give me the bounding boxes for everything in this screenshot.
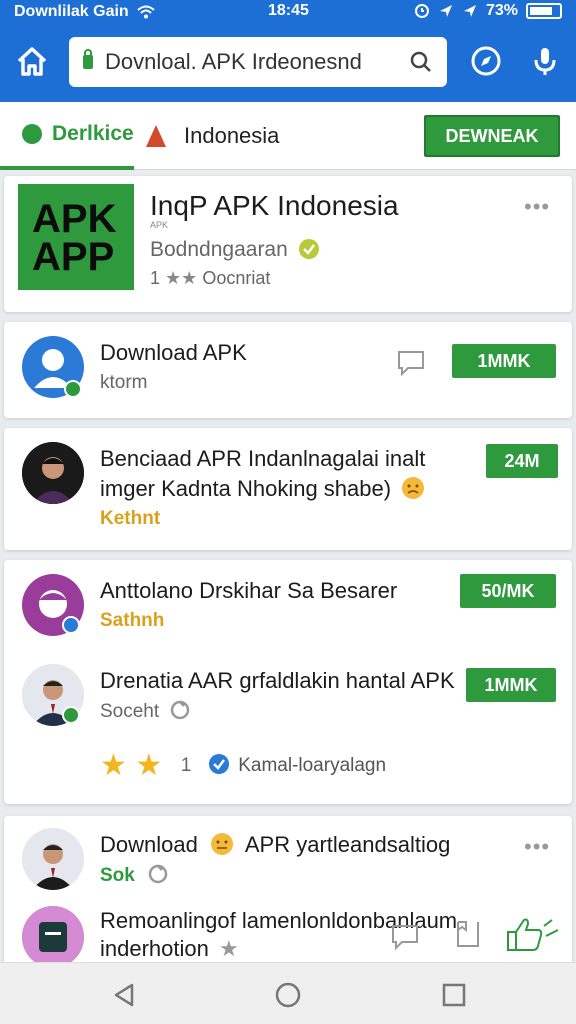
chat-icon [22, 124, 42, 144]
avatar [22, 442, 84, 504]
person-photo-icon [22, 828, 84, 890]
battery-percent: 73% [485, 2, 518, 19]
worried-emoji-icon [402, 477, 425, 499]
refresh-icon [171, 700, 190, 720]
address-bar[interactable]: Dovnloal. APK Irdeonesnd [69, 37, 447, 87]
recents-icon[interactable] [440, 981, 468, 1009]
rating-row: ★ ★ 1 Kamal-loaryalagn [100, 748, 386, 783]
item-title: Anttolano Drskihar Sa Besarer [100, 578, 398, 603]
verified-seal-icon [208, 754, 229, 774]
item-subtitle: Sathnh [100, 610, 165, 631]
item-subtitle-row: Sok [100, 864, 168, 887]
developer-name: Bodndngaaran [150, 238, 288, 261]
download-button[interactable]: DEWNEAK [424, 115, 560, 157]
list-item[interactable]: Benciaad APR Indanlnagalai inalt imger K… [4, 428, 572, 550]
battery-icon [526, 3, 562, 19]
item-title: Download APK [100, 340, 247, 365]
size-badge[interactable]: 1MMK [452, 344, 556, 378]
list-group-card: Download APR yartleandsaltiog Sok ••• Re… [4, 816, 572, 968]
app-rating: 1 ★★ Oocnriat [150, 268, 270, 289]
tab-label: Indonesia [184, 123, 280, 148]
signal-icon [463, 5, 476, 17]
size-badge[interactable]: 24M [486, 444, 558, 478]
item-title: Drenatia AAR grfaldlakin hantal APK [100, 668, 455, 693]
size-badge[interactable]: 1MMK [466, 668, 556, 702]
item-title-rest: APR yartleandsaltiog [244, 832, 451, 857]
app-meta: APK [150, 220, 169, 230]
size-badge[interactable]: 50/MK [460, 574, 556, 608]
mic-icon[interactable] [528, 44, 562, 78]
app-hero-card[interactable]: APK APP InqP APK Indonesia APK Bodndngaa… [4, 176, 572, 312]
status-time: 18:45 [268, 2, 309, 19]
item-title-line2: imger Kadnta Nhoking shabe) [100, 476, 425, 502]
tab-label: Derlkice [52, 122, 134, 145]
back-icon[interactable] [110, 981, 138, 1009]
app-icon-line1: APK [32, 197, 117, 241]
system-nav-bar [0, 962, 576, 1024]
avatar [22, 828, 84, 890]
star-icon: ★★ [165, 268, 198, 288]
item-subtitle: Sok [100, 865, 135, 886]
more-options-icon[interactable]: ••• [524, 834, 550, 860]
refresh-icon [148, 864, 168, 884]
item-title: Benciaad APR Indanlnagalai inalt [100, 446, 426, 471]
status-app-label: Downlilak Gain [14, 3, 129, 20]
verified-icon [298, 239, 319, 259]
star-icon: ★ [100, 749, 127, 782]
app-icon [22, 906, 84, 968]
person-photo-icon [22, 442, 84, 504]
star-icon: ★ [219, 936, 239, 961]
location-icon [439, 5, 452, 17]
item-title-row: Download APR yartleandsaltiog [100, 832, 450, 858]
rating-count: 1 [180, 755, 192, 776]
app-developer: Bodndngaaran [150, 238, 320, 262]
item-subtitle: Kethnt [100, 508, 161, 529]
rating-text: Kamal-loaryalagn [238, 755, 387, 776]
home-nav-icon[interactable] [274, 981, 302, 1009]
star-icon: ★ [135, 749, 163, 782]
search-icon[interactable] [409, 50, 433, 74]
item-title-text: inderhotion [100, 936, 209, 961]
neutral-emoji-icon [210, 833, 233, 855]
verified-badge-icon [62, 706, 80, 724]
lock-icon [83, 49, 93, 69]
alarm-icon [414, 4, 429, 18]
url-text: Dovnloal. APK Irdeonesnd [105, 49, 362, 74]
item-subtitle: Soceht [100, 701, 160, 722]
browser-toolbar: Dovnloal. APK Irdeonesnd [0, 24, 576, 102]
comment-icon[interactable] [396, 348, 426, 378]
item-title-line2: inderhotion ★ [100, 936, 239, 962]
app-title: InqP APK Indonesia [150, 190, 399, 221]
avatar [22, 906, 84, 968]
tab-indonesia[interactable]: Indonesia [146, 102, 279, 170]
app-icon-line2: APP [32, 235, 115, 279]
warning-icon [146, 125, 166, 147]
item-title-text: imger Kadnta Nhoking shabe) [100, 476, 392, 501]
comment-icon[interactable] [390, 922, 420, 952]
compass-icon[interactable] [469, 44, 503, 78]
status-bar: Downlilak Gain 18:45 73% [0, 0, 576, 24]
rating-count: 1 [150, 268, 161, 288]
thumbs-up-icon[interactable] [504, 916, 560, 952]
wifi-icon [137, 5, 155, 19]
rating-text: Oocnriat [202, 268, 271, 288]
tab-derlkice[interactable]: Derlkice [0, 102, 134, 170]
tab-bar: Derlkice Indonesia DEWNEAK [0, 102, 576, 170]
verified-badge-icon [62, 616, 80, 634]
apk-app-icon: APK APP [18, 184, 134, 290]
bookmark-icon[interactable] [452, 918, 482, 950]
item-subtitle-row: Soceht [100, 700, 190, 723]
home-icon[interactable] [14, 44, 50, 80]
list-item[interactable]: Download APK ktorm 1MMK [4, 322, 572, 418]
more-options-icon[interactable]: ••• [524, 194, 550, 220]
list-group-card: Anttolano Drskihar Sa Besarer Sathnh 50/… [4, 560, 572, 804]
item-title: Download [100, 832, 198, 857]
item-subtitle: ktorm [100, 372, 148, 393]
verified-badge-icon [64, 380, 82, 398]
